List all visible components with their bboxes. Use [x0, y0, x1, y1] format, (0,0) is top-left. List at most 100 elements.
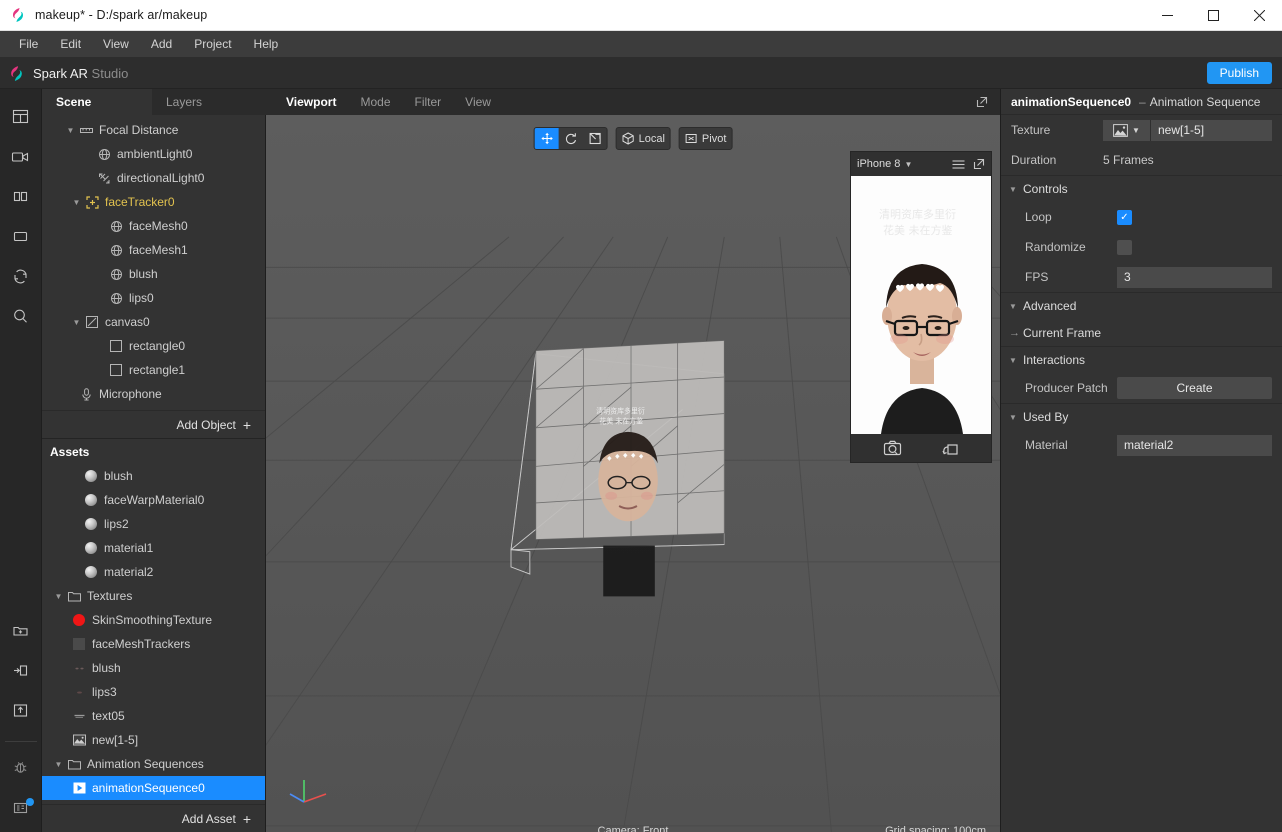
- menu-project[interactable]: Project: [183, 33, 242, 55]
- section-used-by[interactable]: ▼ Used By: [1001, 403, 1282, 430]
- folder-icon: [65, 591, 83, 602]
- tree-node-canvas0[interactable]: ▼ canvas0: [42, 310, 265, 334]
- twisty-icon[interactable]: ▼: [64, 126, 77, 135]
- section-advanced[interactable]: ▼ Advanced: [1001, 292, 1282, 319]
- texture-value-field[interactable]: new[1-5]: [1151, 119, 1272, 141]
- import-icon[interactable]: [6, 655, 36, 685]
- pause-icon[interactable]: [6, 181, 36, 211]
- randomize-checkbox[interactable]: [1117, 239, 1132, 255]
- material-ball-icon: [82, 470, 100, 482]
- asset-skinsmoothingtexture[interactable]: SkinSmoothingTexture: [42, 608, 265, 632]
- external-link-icon[interactable]: [976, 96, 988, 108]
- add-asset-button[interactable]: Add Asset +: [42, 804, 265, 832]
- rotate-device-icon[interactable]: [941, 440, 960, 457]
- menu-view[interactable]: View: [92, 33, 140, 55]
- tab-view[interactable]: View: [453, 89, 503, 115]
- tree-node-rectangle1[interactable]: rectangle1: [42, 358, 265, 382]
- bug-icon[interactable]: [6, 752, 36, 782]
- space-toggle-button[interactable]: Local: [617, 128, 670, 149]
- asset-lips2[interactable]: lips2: [42, 512, 265, 536]
- asset-animationsequence0[interactable]: animationSequence0: [42, 776, 265, 800]
- mesh-globe-icon: [107, 292, 125, 305]
- section-controls[interactable]: ▼ Controls: [1001, 175, 1282, 202]
- menu-add[interactable]: Add: [140, 33, 183, 55]
- asset-material1[interactable]: material1: [42, 536, 265, 560]
- maximize-button[interactable]: [1190, 0, 1236, 31]
- twisty-icon[interactable]: ▼: [52, 592, 65, 601]
- pivot-toggle-button[interactable]: Pivot: [680, 128, 731, 149]
- close-button[interactable]: [1236, 0, 1282, 31]
- tree-node-focal-distance[interactable]: ▼ Focal Distance: [42, 118, 265, 142]
- tree-node-facetracker0[interactable]: ▼ faceTracker0: [42, 190, 265, 214]
- asset-folder-textures[interactable]: ▼ Textures: [42, 584, 265, 608]
- material-row: Material material2: [1001, 430, 1282, 460]
- twisty-icon[interactable]: ▼: [70, 198, 83, 207]
- menu-file[interactable]: File: [8, 33, 49, 55]
- hamburger-menu-icon[interactable]: [952, 159, 965, 170]
- current-frame-label: Current Frame: [1023, 325, 1102, 340]
- asset-facemeshtrackers[interactable]: faceMeshTrackers: [42, 632, 265, 656]
- tree-node-microphone[interactable]: Microphone: [42, 382, 265, 406]
- texture-picker-button[interactable]: ▼: [1103, 119, 1151, 141]
- tab-scene[interactable]: Scene: [42, 89, 152, 115]
- add-folder-icon[interactable]: [6, 615, 36, 645]
- search-icon[interactable]: [6, 301, 36, 331]
- row-current-frame[interactable]: → Current Frame: [1001, 319, 1282, 346]
- viewport-tabs: Viewport Mode Filter View: [266, 89, 1000, 115]
- upload-icon[interactable]: [6, 695, 36, 725]
- menu-help[interactable]: Help: [243, 33, 290, 55]
- chevron-down-icon[interactable]: ▼: [904, 160, 912, 169]
- chevron-down-icon[interactable]: ▼: [1009, 302, 1023, 311]
- tree-node-ambientlight0[interactable]: ambientLight0: [42, 142, 265, 166]
- device-name[interactable]: iPhone 8: [857, 158, 900, 170]
- asset-facewarpmaterial0[interactable]: faceWarpMaterial0: [42, 488, 265, 512]
- asset-text05[interactable]: text05: [42, 704, 265, 728]
- asset-blush-texture[interactable]: blush: [42, 656, 265, 680]
- tree-node-facemesh1[interactable]: faceMesh1: [42, 238, 265, 262]
- news-icon[interactable]: [6, 792, 36, 822]
- chevron-down-icon[interactable]: ▼: [1132, 126, 1140, 135]
- tree-node-blush[interactable]: blush: [42, 262, 265, 286]
- loop-checkbox[interactable]: ✓: [1117, 209, 1132, 225]
- refresh-icon[interactable]: [6, 261, 36, 291]
- chevron-down-icon[interactable]: ▼: [1009, 185, 1023, 194]
- tree-node-directionallight0[interactable]: directionalLight0: [42, 166, 265, 190]
- tree-node-lips0[interactable]: lips0: [42, 286, 265, 310]
- add-object-button[interactable]: Add Object +: [42, 410, 265, 438]
- viewport-3d-canvas[interactable]: 清明资库多里衍 花美 未在方鉴 Local Pivot Camera: Fron…: [266, 115, 1000, 832]
- asset-material2[interactable]: material2: [42, 560, 265, 584]
- external-link-icon[interactable]: [973, 158, 985, 170]
- menu-edit[interactable]: Edit: [49, 33, 92, 55]
- chevron-down-icon[interactable]: ▼: [1009, 413, 1023, 422]
- asset-blush-material[interactable]: blush: [42, 464, 265, 488]
- rotate-icon[interactable]: [559, 128, 583, 149]
- camera-icon[interactable]: [6, 141, 36, 171]
- section-interactions[interactable]: ▼ Interactions: [1001, 346, 1282, 373]
- tab-viewport[interactable]: Viewport: [274, 89, 348, 115]
- publish-button[interactable]: Publish: [1206, 62, 1272, 84]
- scale-icon[interactable]: [583, 128, 607, 149]
- layout-panels-icon[interactable]: [6, 101, 36, 131]
- tree-node-rectangle0[interactable]: rectangle0: [42, 334, 265, 358]
- tab-layers[interactable]: Layers: [152, 89, 266, 115]
- asset-folder-animation-sequences[interactable]: ▼ Animation Sequences: [42, 752, 265, 776]
- tree-node-facemesh0[interactable]: faceMesh0: [42, 214, 265, 238]
- asset-lips3[interactable]: lips3: [42, 680, 265, 704]
- tab-mode[interactable]: Mode: [348, 89, 402, 115]
- play-icon: [70, 782, 88, 794]
- device-preview-screen[interactable]: 清明资库多里衍 花美 未在方鉴: [851, 176, 991, 434]
- rectangle-icon[interactable]: [6, 221, 36, 251]
- fps-row: FPS 3: [1001, 262, 1282, 292]
- minimize-button[interactable]: [1144, 0, 1190, 31]
- tab-filter[interactable]: Filter: [403, 89, 454, 115]
- asset-new-1-5[interactable]: new[1-5]: [42, 728, 265, 752]
- asset-label: SkinSmoothingTexture: [92, 613, 213, 627]
- twisty-icon[interactable]: ▼: [70, 318, 83, 327]
- fps-input[interactable]: 3: [1117, 266, 1272, 288]
- chevron-down-icon[interactable]: ▼: [1009, 356, 1023, 365]
- twisty-icon[interactable]: ▼: [52, 760, 65, 769]
- material-value-field[interactable]: material2: [1117, 434, 1272, 456]
- create-patch-button[interactable]: Create: [1117, 377, 1272, 399]
- camera-record-icon[interactable]: [883, 440, 902, 457]
- move-arrows-icon[interactable]: [534, 128, 559, 149]
